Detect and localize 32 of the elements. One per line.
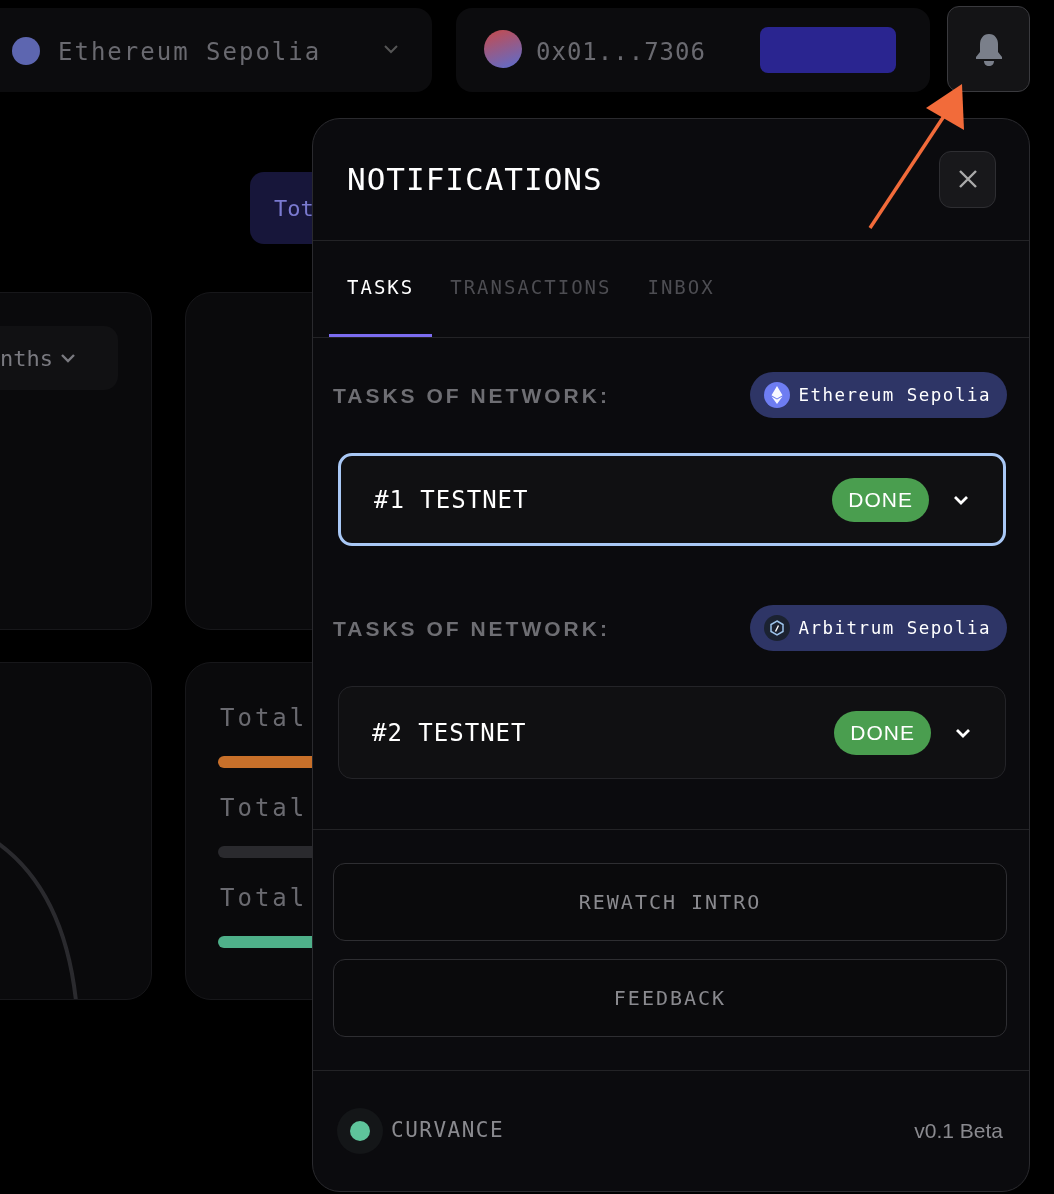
network-selector[interactable] xyxy=(0,8,432,92)
section-heading: TASKS OF NETWORK: xyxy=(333,382,610,409)
notification-bell-button[interactable] xyxy=(947,6,1030,92)
bell-icon xyxy=(974,32,1004,68)
version-label: v0.1 Beta xyxy=(914,1118,1003,1145)
caret-icon xyxy=(384,44,398,54)
close-button[interactable] xyxy=(939,150,996,208)
network-name: Ethereum Sepolia xyxy=(58,37,322,68)
stat-label: Total xyxy=(220,793,308,824)
chevron-icon[interactable] xyxy=(953,494,969,505)
task-card[interactable]: #1 TESTNET DONE xyxy=(338,453,1006,547)
network-name: Arbitrum Sepolia xyxy=(798,617,991,641)
action-button[interactable]: FEEDBACK xyxy=(333,959,1007,1038)
period-dropdown[interactable]: nths xyxy=(0,326,118,390)
network-name: Ethereum Sepolia xyxy=(798,384,991,408)
status-badge: DONE xyxy=(834,711,931,755)
status-badge: DONE xyxy=(832,478,929,522)
section-heading: TASKS OF NETWORK: xyxy=(333,615,610,642)
close-icon xyxy=(957,169,978,190)
action-button[interactable]: REWATCH INTRO xyxy=(333,863,1007,942)
task-title: #1 TESTNET xyxy=(374,484,529,516)
stat-label: Total xyxy=(220,883,308,914)
chevron-icon[interactable] xyxy=(955,727,971,738)
status-dot-icon xyxy=(337,1108,383,1155)
caret-icon xyxy=(61,353,75,363)
panel-title: NOTIFICATIONS xyxy=(347,160,603,200)
task-title: #2 TESTNET xyxy=(372,717,527,749)
tab[interactable]: TASKS xyxy=(329,240,433,338)
brand-name: CURVANCE xyxy=(391,1117,505,1145)
wallet-address: 0x01...7306 xyxy=(536,37,706,68)
task-card[interactable]: #2 TESTNET DONE xyxy=(338,686,1006,780)
stat-label: Total xyxy=(220,703,308,734)
